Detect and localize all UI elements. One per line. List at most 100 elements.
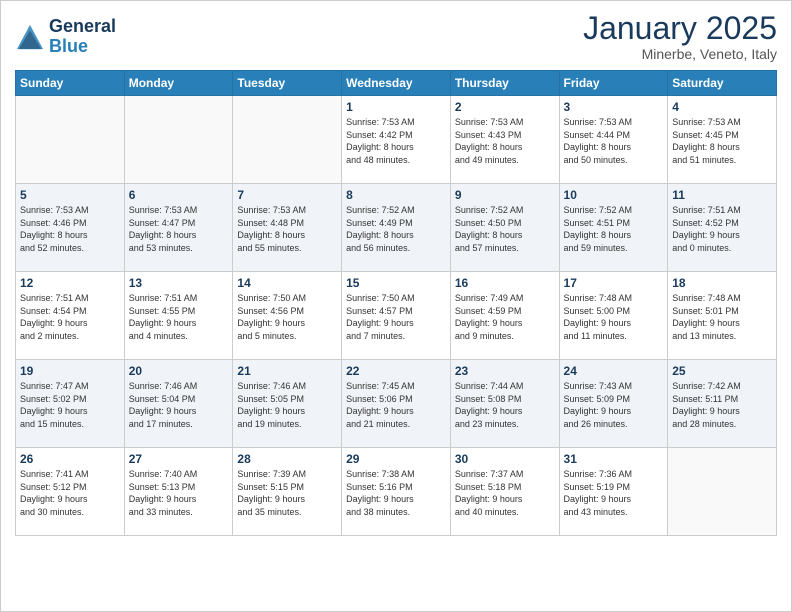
calendar-cell: 9 Sunrise: 7:52 AM Sunset: 4:50 PM Daylig… [450,184,559,272]
week-row-1: 1 Sunrise: 7:53 AM Sunset: 4:42 PM Daylig… [16,96,777,184]
day-info: Sunrise: 7:53 AM Sunset: 4:48 PM Dayligh… [237,204,337,254]
title-block: January 2025 Minerbe, Veneto, Italy [583,11,777,62]
day-number: 10 [564,188,664,202]
calendar-cell: 1 Sunrise: 7:53 AM Sunset: 4:42 PM Daylig… [342,96,451,184]
day-number: 22 [346,364,446,378]
day-info: Sunrise: 7:51 AM Sunset: 4:55 PM Dayligh… [129,292,229,342]
day-number: 12 [20,276,120,290]
week-row-4: 19 Sunrise: 7:47 AM Sunset: 5:02 PM Dayli… [16,360,777,448]
day-info: Sunrise: 7:53 AM Sunset: 4:42 PM Dayligh… [346,116,446,166]
day-info: Sunrise: 7:42 AM Sunset: 5:11 PM Dayligh… [672,380,772,430]
day-number: 1 [346,100,446,114]
calendar-cell: 29 Sunrise: 7:38 AM Sunset: 5:16 PM Dayli… [342,448,451,536]
day-number: 27 [129,452,229,466]
day-info: Sunrise: 7:53 AM Sunset: 4:43 PM Dayligh… [455,116,555,166]
logo-icon [15,23,45,51]
calendar-cell: 26 Sunrise: 7:41 AM Sunset: 5:12 PM Dayli… [16,448,125,536]
day-number: 15 [346,276,446,290]
day-info: Sunrise: 7:48 AM Sunset: 5:00 PM Dayligh… [564,292,664,342]
day-number: 9 [455,188,555,202]
logo-text: GeneralBlue [49,17,116,57]
calendar-cell: 2 Sunrise: 7:53 AM Sunset: 4:43 PM Daylig… [450,96,559,184]
day-info: Sunrise: 7:46 AM Sunset: 5:05 PM Dayligh… [237,380,337,430]
day-number: 29 [346,452,446,466]
calendar-cell: 7 Sunrise: 7:53 AM Sunset: 4:48 PM Daylig… [233,184,342,272]
day-info: Sunrise: 7:52 AM Sunset: 4:49 PM Dayligh… [346,204,446,254]
day-number: 14 [237,276,337,290]
calendar-cell: 20Sunrise: 7:46 AM Sunset: 5:04 PM Dayli… [124,360,233,448]
day-info: Sunrise: 7:38 AM Sunset: 5:16 PM Dayligh… [346,468,446,518]
calendar-cell: 6Sunrise: 7:53 AM Sunset: 4:47 PM Daylig… [124,184,233,272]
calendar-cell [233,96,342,184]
day-number: 31 [564,452,664,466]
day-info: Sunrise: 7:49 AM Sunset: 4:59 PM Dayligh… [455,292,555,342]
calendar-cell: 16 Sunrise: 7:49 AM Sunset: 4:59 PM Dayli… [450,272,559,360]
day-number: 3 [564,100,664,114]
day-number: 30 [455,452,555,466]
calendar-cell [668,448,777,536]
weekday-header-wednesday: Wednesday [342,71,451,96]
day-info: Sunrise: 7:36 AM Sunset: 5:19 PM Dayligh… [564,468,664,518]
day-info: Sunrise: 7:53 AM Sunset: 4:45 PM Dayligh… [672,116,772,166]
day-info: Sunrise: 7:52 AM Sunset: 4:50 PM Dayligh… [455,204,555,254]
day-number: 2 [455,100,555,114]
day-info: Sunrise: 7:51 AM Sunset: 4:52 PM Dayligh… [672,204,772,254]
weekday-header-monday: Monday [124,71,233,96]
calendar-cell: 3 Sunrise: 7:53 AM Sunset: 4:44 PM Daylig… [559,96,668,184]
calendar-cell: 14 Sunrise: 7:50 AM Sunset: 4:56 PM Dayli… [233,272,342,360]
calendar-cell: 17 Sunrise: 7:48 AM Sunset: 5:00 PM Dayli… [559,272,668,360]
day-number: 19 [20,364,120,378]
day-number: 17 [564,276,664,290]
calendar-cell: 30 Sunrise: 7:37 AM Sunset: 5:18 PM Dayli… [450,448,559,536]
day-number: 18 [672,276,772,290]
calendar-cell: 21 Sunrise: 7:46 AM Sunset: 5:05 PM Dayli… [233,360,342,448]
day-number: 11 [672,188,772,202]
day-info: Sunrise: 7:41 AM Sunset: 5:12 PM Dayligh… [20,468,120,518]
day-info: Sunrise: 7:45 AM Sunset: 5:06 PM Dayligh… [346,380,446,430]
day-info: Sunrise: 7:40 AM Sunset: 5:13 PM Dayligh… [129,468,229,518]
day-info: Sunrise: 7:39 AM Sunset: 5:15 PM Dayligh… [237,468,337,518]
calendar-cell: 5 Sunrise: 7:53 AM Sunset: 4:46 PM Daylig… [16,184,125,272]
calendar-cell: 23 Sunrise: 7:44 AM Sunset: 5:08 PM Dayli… [450,360,559,448]
calendar-cell: 11 Sunrise: 7:51 AM Sunset: 4:52 PM Dayli… [668,184,777,272]
day-info: Sunrise: 7:43 AM Sunset: 5:09 PM Dayligh… [564,380,664,430]
day-number: 8 [346,188,446,202]
calendar-cell: 15 Sunrise: 7:50 AM Sunset: 4:57 PM Dayli… [342,272,451,360]
calendar-cell: 18 Sunrise: 7:48 AM Sunset: 5:01 PM Dayli… [668,272,777,360]
weekday-header-thursday: Thursday [450,71,559,96]
month-title: January 2025 [583,11,777,46]
day-info: Sunrise: 7:51 AM Sunset: 4:54 PM Dayligh… [20,292,120,342]
day-info: Sunrise: 7:50 AM Sunset: 4:56 PM Dayligh… [237,292,337,342]
calendar-cell: 10 Sunrise: 7:52 AM Sunset: 4:51 PM Dayli… [559,184,668,272]
day-info: Sunrise: 7:52 AM Sunset: 4:51 PM Dayligh… [564,204,664,254]
day-info: Sunrise: 7:53 AM Sunset: 4:46 PM Dayligh… [20,204,120,254]
calendar-cell: 22 Sunrise: 7:45 AM Sunset: 5:06 PM Dayli… [342,360,451,448]
calendar-cell [16,96,125,184]
day-number: 7 [237,188,337,202]
day-number: 6 [129,188,229,202]
day-number: 21 [237,364,337,378]
day-info: Sunrise: 7:53 AM Sunset: 4:44 PM Dayligh… [564,116,664,166]
day-number: 26 [20,452,120,466]
day-number: 16 [455,276,555,290]
calendar-cell: 19 Sunrise: 7:47 AM Sunset: 5:02 PM Dayli… [16,360,125,448]
calendar-cell: 31 Sunrise: 7:36 AM Sunset: 5:19 PM Dayli… [559,448,668,536]
logo: GeneralBlue [15,17,116,57]
calendar-cell: 25 Sunrise: 7:42 AM Sunset: 5:11 PM Dayli… [668,360,777,448]
day-info: Sunrise: 7:37 AM Sunset: 5:18 PM Dayligh… [455,468,555,518]
day-number: 23 [455,364,555,378]
calendar-cell: 24 Sunrise: 7:43 AM Sunset: 5:09 PM Dayli… [559,360,668,448]
day-number: 25 [672,364,772,378]
day-info: Sunrise: 7:48 AM Sunset: 5:01 PM Dayligh… [672,292,772,342]
header: GeneralBlue January 2025 Minerbe, Veneto… [15,11,777,62]
week-row-2: 5 Sunrise: 7:53 AM Sunset: 4:46 PM Daylig… [16,184,777,272]
day-info: Sunrise: 7:44 AM Sunset: 5:08 PM Dayligh… [455,380,555,430]
day-number: 24 [564,364,664,378]
day-info: Sunrise: 7:50 AM Sunset: 4:57 PM Dayligh… [346,292,446,342]
weekday-header-friday: Friday [559,71,668,96]
location: Minerbe, Veneto, Italy [583,46,777,62]
day-info: Sunrise: 7:47 AM Sunset: 5:02 PM Dayligh… [20,380,120,430]
calendar-table: SundayMondayTuesdayWednesdayThursdayFrid… [15,70,777,536]
calendar-cell: 12 Sunrise: 7:51 AM Sunset: 4:54 PM Dayli… [16,272,125,360]
day-number: 5 [20,188,120,202]
